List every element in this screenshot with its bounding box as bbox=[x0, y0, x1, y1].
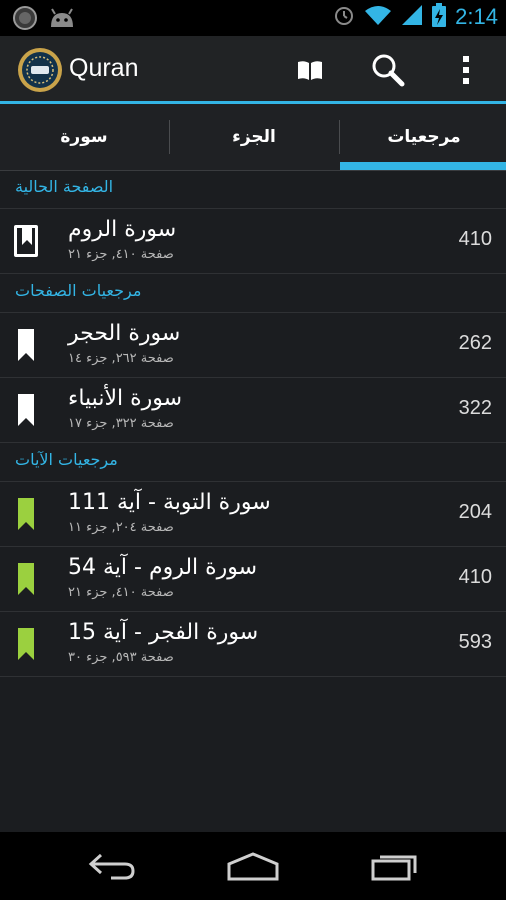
android-debug-icon bbox=[48, 7, 76, 33]
back-icon[interactable] bbox=[77, 846, 147, 886]
item-meta: صفحة ٢٠٤, جزء ١١ bbox=[68, 520, 174, 535]
section-header-ayah-bookmarks: مرجعيات الآيات bbox=[0, 443, 506, 482]
recent-apps-icon[interactable] bbox=[360, 846, 430, 886]
ayah-bookmark-icon bbox=[14, 496, 40, 532]
list-item[interactable]: سورة الروم - آية 54 صفحة ٤١٠, جزء ٢١ 410 bbox=[0, 547, 506, 612]
item-page-number: 410 bbox=[458, 566, 492, 588]
item-meta: صفحة ٤١٠, جزء ٢١ bbox=[68, 247, 174, 262]
item-title: سورة الحجر bbox=[68, 321, 181, 346]
signal-icon bbox=[401, 4, 423, 30]
list-item[interactable]: سورة الروم صفحة ٤١٠, جزء ٢١ 410 bbox=[0, 209, 506, 274]
page-bookmark-icon bbox=[14, 392, 40, 428]
status-bar: 2:14 bbox=[0, 0, 506, 36]
page-bookmark-icon bbox=[14, 327, 40, 363]
item-title: سورة الروم - آية 54 bbox=[68, 555, 258, 580]
status-time: 2:14 bbox=[455, 4, 498, 29]
list-item[interactable]: سورة التوبة - آية 111 صفحة ٢٠٤, جزء ١١ 2… bbox=[0, 482, 506, 547]
list-item[interactable]: سورة الحجر صفحة ٢٦٢, جزء ١٤ 262 bbox=[0, 313, 506, 378]
selected-tab-indicator bbox=[340, 162, 506, 170]
ayah-bookmark-icon bbox=[14, 626, 40, 662]
section-header-label: الصفحة الحالية bbox=[15, 177, 114, 196]
home-icon[interactable] bbox=[218, 846, 288, 886]
current-page-bookmark-icon bbox=[14, 223, 40, 259]
item-meta: صفحة ٤١٠, جزء ٢١ bbox=[68, 585, 174, 600]
item-title: سورة التوبة - آية 111 bbox=[68, 490, 271, 515]
item-meta: صفحة ٥٩٣, جزء ٣٠ bbox=[68, 650, 174, 665]
tab-bookmarks[interactable]: مرجعيات bbox=[340, 104, 506, 170]
app-logo-icon[interactable] bbox=[17, 47, 63, 93]
item-meta: صفحة ٢٦٢, جزء ١٤ bbox=[68, 351, 174, 366]
tab-bar: سورة الجزء مرجعيات bbox=[0, 104, 506, 171]
item-page-number: 262 bbox=[458, 332, 492, 354]
list-item[interactable]: سورة الفجر - آية 15 صفحة ٥٩٣, جزء ٣٠ 593 bbox=[0, 612, 506, 677]
ayah-bookmark-icon bbox=[14, 561, 40, 597]
list-item[interactable]: سورة الأنبياء صفحة ٣٢٢, جزء ١٧ 322 bbox=[0, 378, 506, 443]
item-meta: صفحة ٣٢٢, جزء ١٧ bbox=[68, 416, 174, 431]
section-header-current-page: الصفحة الحالية bbox=[0, 170, 506, 209]
section-header-label: مرجعيات الآيات bbox=[15, 450, 118, 469]
tab-juz[interactable]: الجزء bbox=[170, 104, 338, 170]
search-icon[interactable] bbox=[366, 48, 410, 92]
quran-notification-icon bbox=[12, 5, 38, 35]
alarm-icon bbox=[333, 4, 355, 30]
item-page-number: 593 bbox=[458, 631, 492, 653]
battery-charging-icon bbox=[432, 3, 447, 31]
item-page-number: 322 bbox=[458, 397, 492, 419]
action-bar: Quran bbox=[0, 36, 506, 104]
item-page-number: 410 bbox=[458, 228, 492, 250]
tab-surah[interactable]: سورة bbox=[0, 104, 168, 170]
wifi-icon bbox=[364, 4, 392, 30]
app-title: Quran bbox=[69, 54, 139, 82]
section-header-page-bookmarks: مرجعيات الصفحات bbox=[0, 274, 506, 313]
navigation-bar bbox=[0, 832, 506, 900]
item-title: سورة الأنبياء bbox=[68, 386, 183, 411]
section-header-label: مرجعيات الصفحات bbox=[15, 281, 142, 300]
item-title: سورة الروم bbox=[68, 217, 177, 242]
book-icon[interactable] bbox=[288, 48, 332, 92]
overflow-menu-icon[interactable] bbox=[444, 48, 488, 92]
item-title: سورة الفجر - آية 15 bbox=[68, 620, 259, 645]
item-page-number: 204 bbox=[458, 501, 492, 523]
